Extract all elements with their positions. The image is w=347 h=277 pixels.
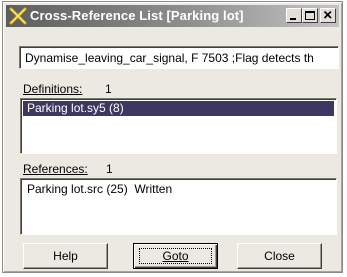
references-list-item[interactable]: Parking lot.src (25) Written <box>23 182 334 197</box>
references-count: 1 <box>106 162 113 176</box>
close-button[interactable]: Close <box>237 243 322 269</box>
definitions-list[interactable]: Parking lot.sy5 (8) <box>20 98 337 154</box>
symbol-info-text: Dynamise_leaving_car_signal, F 7503 ;Fla… <box>25 51 314 65</box>
close-icon <box>323 10 332 19</box>
references-label-text: References: <box>23 162 88 176</box>
definitions-list-item[interactable]: Parking lot.sy5 (8) <box>23 101 334 116</box>
goto-button[interactable]: Goto <box>133 243 218 269</box>
close-window-button[interactable] <box>320 8 336 23</box>
goto-button-label: Goto <box>162 249 189 263</box>
minimize-button[interactable] <box>286 8 302 23</box>
symbol-info-field[interactable]: Dynamise_leaving_car_signal, F 7503 ;Fla… <box>19 46 339 69</box>
maximize-icon <box>305 11 315 20</box>
definitions-count: 1 <box>105 82 112 96</box>
definitions-label: Definitions: <box>23 82 82 96</box>
references-list[interactable]: Parking lot.src (25) Written <box>20 178 337 235</box>
x-crossref-icon <box>9 7 27 25</box>
maximize-button[interactable] <box>302 8 318 23</box>
definitions-label-text: Definitions: <box>23 82 83 96</box>
title-bar[interactable]: Cross-Reference List [Parking lot] <box>6 5 339 27</box>
references-label: References: <box>23 162 88 176</box>
cross-reference-dialog: Cross-Reference List [Parking lot] Dynam… <box>2 1 343 273</box>
minimize-icon <box>290 18 296 20</box>
window-title: Cross-Reference List [Parking lot] <box>30 8 244 23</box>
help-button[interactable]: Help <box>23 243 108 269</box>
